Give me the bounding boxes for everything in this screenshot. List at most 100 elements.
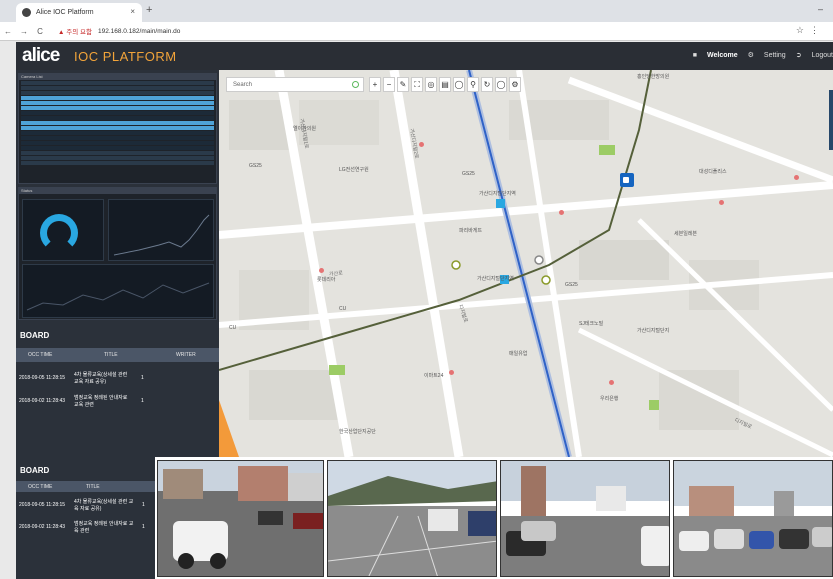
board-row[interactable]: 2018-09-05 11:28:15 4차 물류교육(상세설 관련 교육 자료… <box>16 494 155 516</box>
camera-icon[interactable] <box>620 173 634 187</box>
column-header: WRITER <box>176 352 196 358</box>
grid-row[interactable] <box>21 86 214 90</box>
magnify-icon[interactable]: ⚲ <box>467 77 479 92</box>
grid-row[interactable] <box>21 116 214 120</box>
header-actions: ■ Welcome ⚙ Setting ➲ Logout <box>693 51 833 60</box>
map-label: 파리바게뜨 <box>459 228 483 234</box>
new-tab-button[interactable]: + <box>146 4 152 16</box>
map-label: 한국산업단지공단 <box>339 429 376 435</box>
board-row[interactable]: 2018-09-05 11:28:15 4차 물류교육(상세설 관련 교육 자료… <box>16 367 219 389</box>
grid-row[interactable] <box>21 136 214 140</box>
map-label: 매일유업 <box>509 351 528 357</box>
map-label: 우리은행 <box>600 396 619 402</box>
poi-marker[interactable] <box>609 380 614 385</box>
board-title: BOARD <box>20 331 50 340</box>
refresh-icon[interactable]: ↻ <box>481 77 493 92</box>
logo-word: alice <box>22 45 60 66</box>
map-label: SJ테크노빌 <box>579 321 604 327</box>
grid-row[interactable] <box>21 91 214 95</box>
panel-title: Status <box>19 188 216 194</box>
trend-line <box>26 282 210 311</box>
grid-row[interactable] <box>21 111 214 115</box>
map-label: 가산디지털단지 <box>637 328 670 334</box>
grid-row[interactable] <box>21 81 214 85</box>
grid-row[interactable] <box>21 106 214 110</box>
map-label: 세븐일레븐 <box>674 231 698 237</box>
map-view[interactable]: Search + − ✎ ⛶ ◎ ▤ ◯ ⚲ ↻ ◯ ⚙ 홍인당한방의원 엘이한… <box>219 70 833 457</box>
url-text[interactable]: 192.168.0.182/main/main.do <box>98 28 180 35</box>
gauge-widget <box>22 199 104 261</box>
gear-icon[interactable]: ⚙ <box>748 51 754 59</box>
window-minimize-button[interactable]: – <box>818 4 823 14</box>
zoom-area-icon[interactable]: ◯ <box>453 77 465 92</box>
logout-link[interactable]: Logout <box>812 52 833 59</box>
browser-window: Alice IOC Platform × + – ← → C ▲ 주의 요함 1… <box>0 0 833 579</box>
eraser-icon[interactable]: ✎ <box>397 77 409 92</box>
grid-row[interactable] <box>21 126 214 130</box>
grid-row[interactable] <box>21 161 214 165</box>
tab-close-button[interactable]: × <box>130 7 135 16</box>
row-title: 4차 물류교육(상세설 관련 교육 자료 공유) <box>74 372 128 385</box>
row-writer: 1 <box>142 502 145 508</box>
poi-marker[interactable] <box>794 175 799 180</box>
column-header: TITLE <box>104 352 118 358</box>
board-row[interactable]: 2018-09-02 11:28:43 범정교육 정례된 안내자료 교육 관련 … <box>16 390 219 412</box>
back-button[interactable]: ← <box>0 27 16 36</box>
camera-feed-1[interactable] <box>157 460 324 577</box>
grid-row[interactable] <box>21 96 214 100</box>
search-input[interactable]: Search <box>226 77 364 92</box>
grid-row[interactable] <box>21 151 214 155</box>
grid-row[interactable] <box>21 156 214 160</box>
row-time: 2018-09-02 11:28:43 <box>19 398 66 404</box>
map-label: GS25 <box>462 171 475 177</box>
donut-gauge <box>40 214 78 252</box>
camera-feed-4[interactable] <box>673 460 833 577</box>
row-title: 4차 물류교육(상세설 관련 교육 자료 공유) <box>74 499 134 512</box>
browser-tab[interactable]: Alice IOC Platform × <box>16 3 142 22</box>
search-icon[interactable] <box>352 81 359 88</box>
row-writer: 1 <box>141 398 144 404</box>
map-side-controls[interactable] <box>829 90 833 150</box>
logo-product: IOC PLATFORM <box>74 49 177 64</box>
poi-marker[interactable] <box>419 142 424 147</box>
layers-icon[interactable]: ▤ <box>439 77 451 92</box>
row-time: 2018-09-05 11:28:15 <box>19 502 66 508</box>
board-row[interactable]: 2018-09-02 11:28:43 범정교육 정례된 안내자료 교육 관련 … <box>16 516 155 538</box>
target-icon[interactable]: ◎ <box>425 77 437 92</box>
security-indicator[interactable]: ▲ 주의 요함 <box>58 26 92 36</box>
board-panel: BOARD OCC TIME TITLE WRITER 2018-09-05 1… <box>16 322 219 457</box>
welcome-text: Welcome <box>707 51 738 59</box>
zoom-in-button[interactable]: + <box>369 77 381 92</box>
map-label: LG전선연구원 <box>339 167 369 173</box>
grid-row[interactable] <box>21 141 214 145</box>
browser-actions[interactable]: ☆⋮ <box>796 25 825 36</box>
row-title: 범정교육 정례된 안내자료 교육 관련 <box>74 521 134 534</box>
board-header: OCC TIME TITLE <box>16 481 155 492</box>
app-header: alice IOC PLATFORM ■ Welcome ⚙ Setting ➲… <box>16 42 833 70</box>
poi-marker[interactable] <box>559 210 564 215</box>
settings-icon[interactable]: ⚙ <box>509 77 521 92</box>
board-header: OCC TIME TITLE WRITER <box>16 348 219 362</box>
map-toolbar: + − ✎ ⛶ ◎ ▤ ◯ ⚲ ↻ ◯ ⚙ <box>369 77 521 92</box>
poi-marker[interactable] <box>319 268 324 273</box>
row-writer: 1 <box>141 375 144 381</box>
board-title: BOARD <box>20 466 50 475</box>
setting-link[interactable]: Setting <box>764 52 786 59</box>
poi-marker[interactable] <box>719 200 724 205</box>
grid-row[interactable] <box>21 121 214 125</box>
camera-feed-2[interactable] <box>327 460 497 577</box>
zoom-out-button[interactable]: − <box>383 77 395 92</box>
map-label: 홍인당한방의원 <box>637 74 670 80</box>
reload-button[interactable]: C <box>32 27 48 36</box>
browser-tab-strip: Alice IOC Platform × + – <box>0 0 833 22</box>
tab-title: Alice IOC Platform <box>36 9 94 16</box>
logout-icon[interactable]: ➲ <box>796 51 802 59</box>
grid-row[interactable] <box>21 131 214 135</box>
camera-feed-3[interactable] <box>500 460 670 577</box>
poi-marker[interactable] <box>449 370 454 375</box>
forward-button[interactable]: → <box>16 27 32 36</box>
grid-row[interactable] <box>21 146 214 150</box>
grid-row[interactable] <box>21 101 214 105</box>
fullscreen-icon[interactable]: ⛶ <box>411 77 423 92</box>
measure-icon[interactable]: ◯ <box>495 77 507 92</box>
